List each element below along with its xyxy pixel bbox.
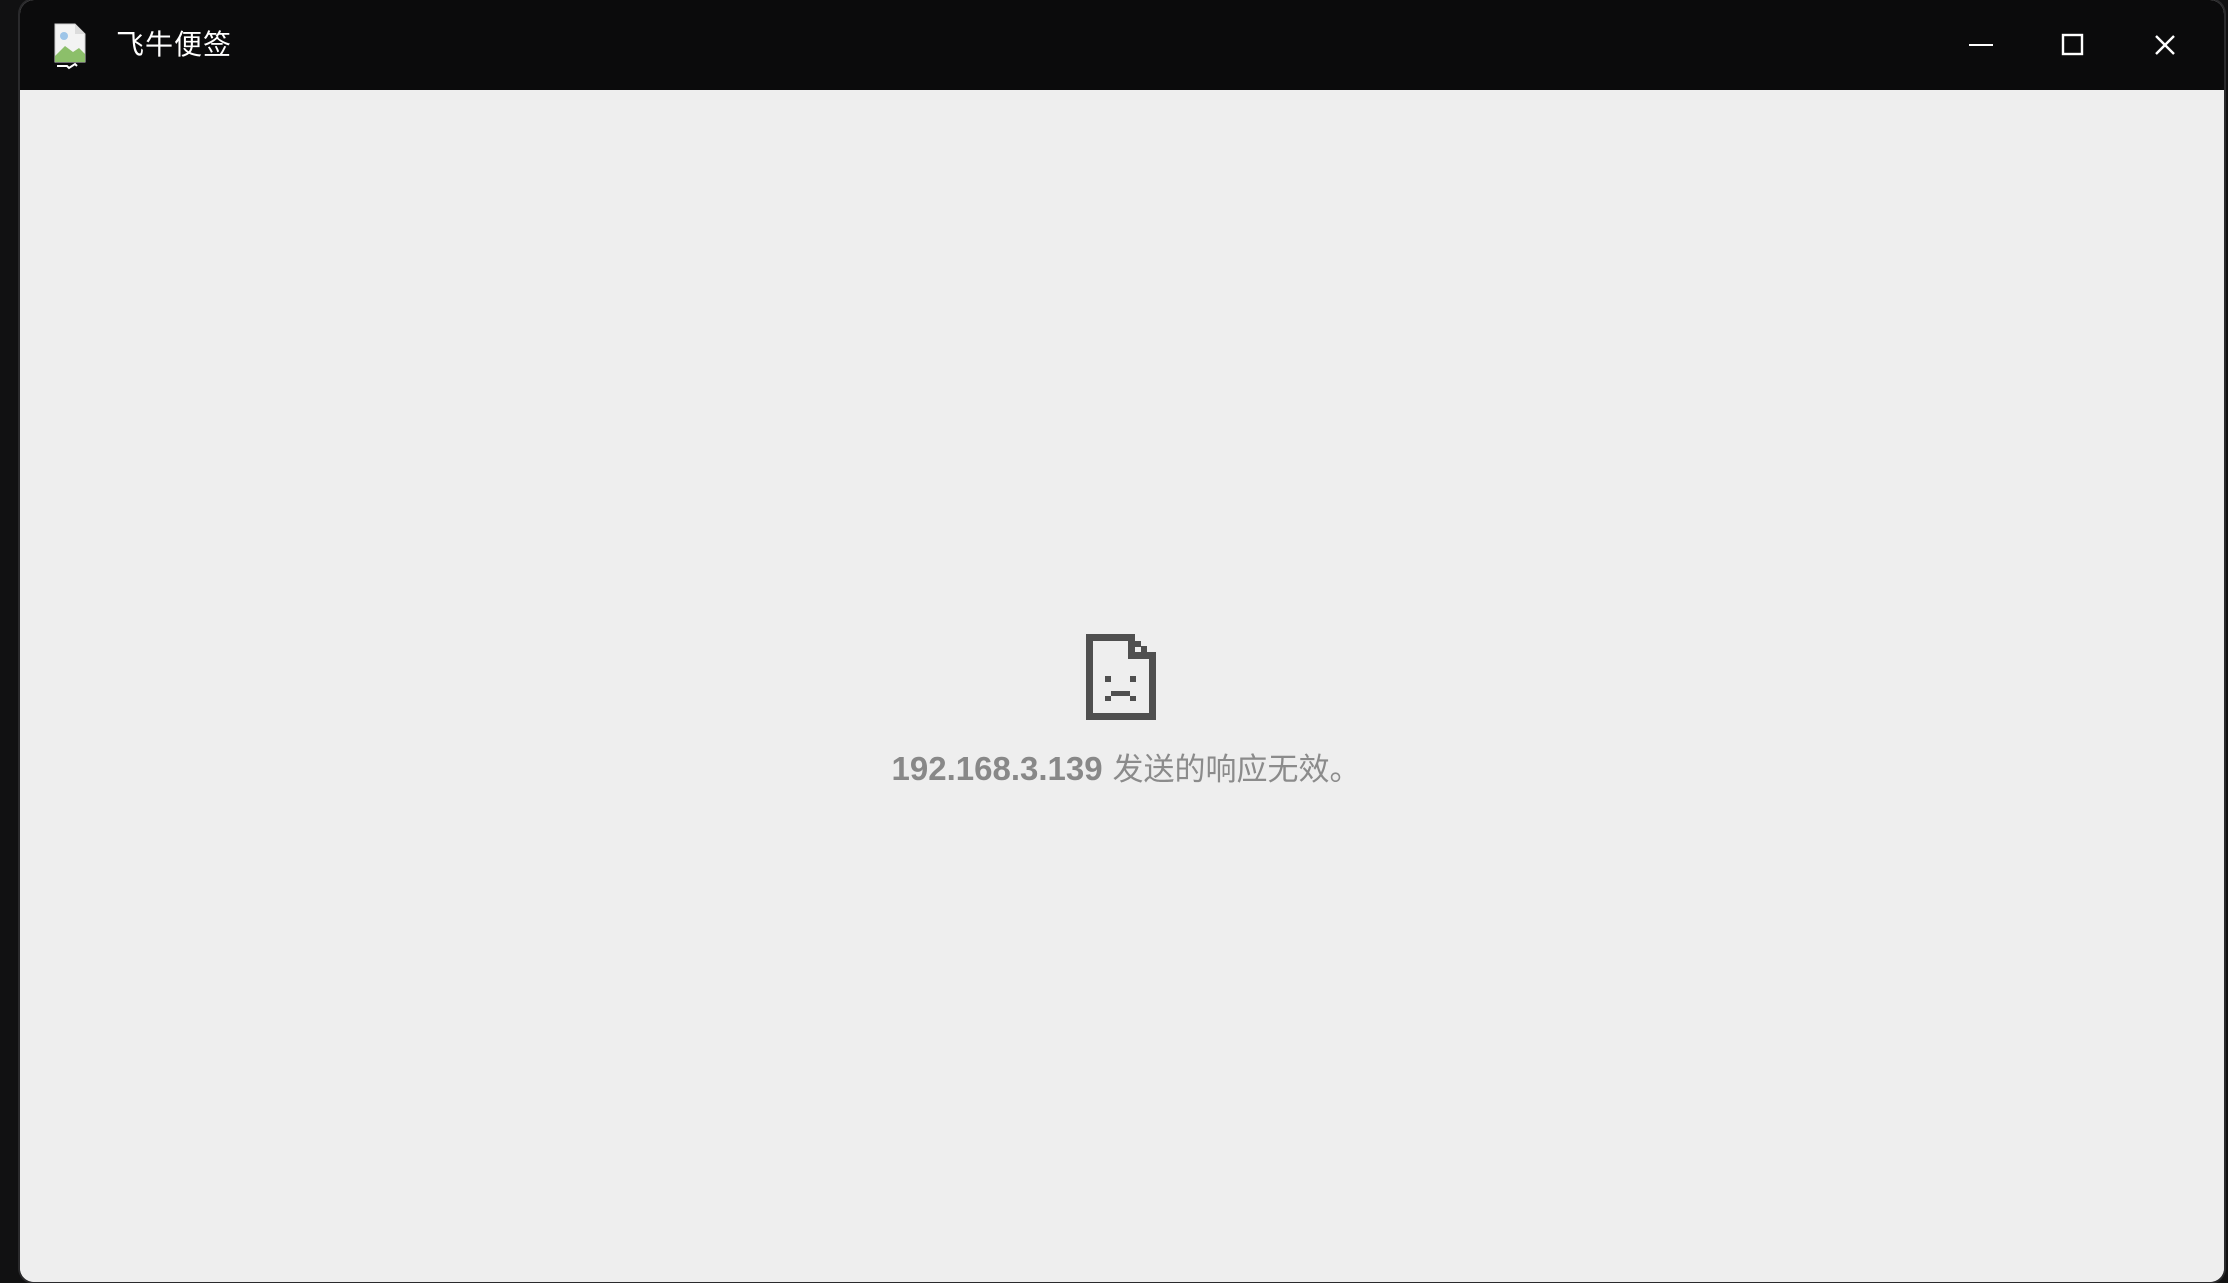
- title-bar[interactable]: 飞牛便签: [20, 0, 2224, 90]
- minimize-icon: [1969, 44, 1993, 46]
- close-icon: [2155, 35, 2175, 55]
- maximize-icon: [2061, 33, 2084, 56]
- error-host: 192.168.3.139: [891, 750, 1103, 787]
- broken-image-icon: [53, 22, 87, 70]
- app-window: 飞牛便签 192.168.3.139 发送的响应无效。: [20, 0, 2224, 1282]
- error-message: 192.168.3.139 发送的响应无效。: [892, 744, 1361, 789]
- maximize-button[interactable]: [2042, 14, 2104, 76]
- error-text: 发送的响应无效。: [1102, 752, 1361, 788]
- minimize-button[interactable]: [1950, 14, 2012, 76]
- error-panel: 192.168.3.139 发送的响应无效。: [20, 632, 2224, 789]
- window-title: 飞牛便签: [116, 28, 233, 61]
- close-button[interactable]: [2134, 14, 2196, 76]
- sad-document-icon: [1085, 634, 1156, 720]
- desktop-background: 飞牛便签 192.168.3.139 发送的响应无效。: [0, 0, 2228, 1283]
- page-content: 192.168.3.139 发送的响应无效。: [20, 90, 2224, 1282]
